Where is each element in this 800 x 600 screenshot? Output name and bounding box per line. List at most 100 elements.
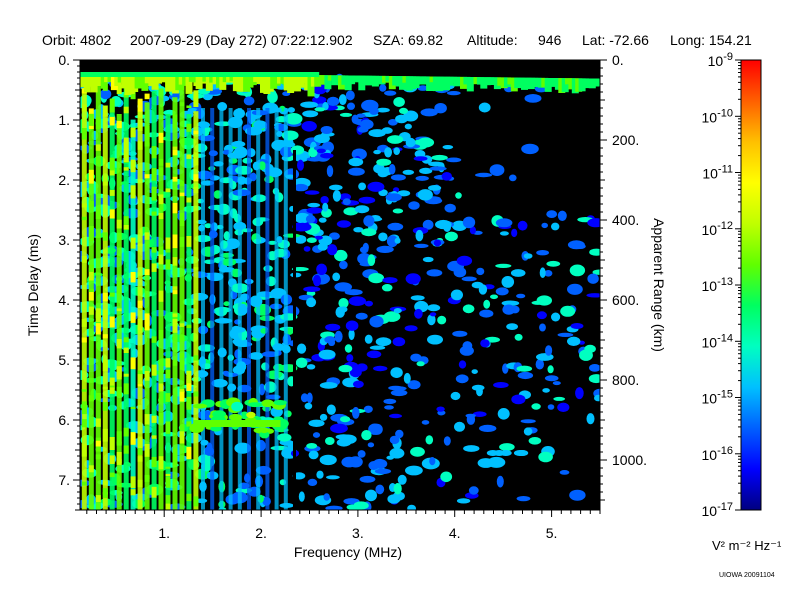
- noise-speckle: [297, 343, 307, 354]
- noise-speckle: [404, 325, 418, 332]
- faint-echo: [486, 450, 499, 456]
- streak-blob: [158, 330, 164, 339]
- streak-blob: [165, 188, 171, 193]
- noise-speckle: [397, 474, 407, 485]
- noise-speckle: [429, 457, 436, 466]
- ionogram-chart: 1. 2. 3. 4. 5. 0. 1. 2. 3. 4. 5. 6. 7. 0. 200. 400. 600.…: [25, 51, 762, 560]
- noise-speckle: [316, 470, 324, 479]
- noise-speckle: [480, 339, 490, 348]
- noise-speckle: [454, 421, 465, 432]
- streak-blob: [193, 355, 199, 361]
- noise-speckle: [314, 107, 326, 112]
- noise-speckle: [458, 360, 467, 369]
- noise-speckle: [358, 196, 376, 204]
- noise-speckle: [539, 267, 546, 279]
- bright-cluster: [261, 399, 274, 408]
- streak-blob: [123, 373, 129, 377]
- noise-speckle: [390, 174, 406, 181]
- streak-blob: [88, 113, 94, 126]
- noise-speckle: [325, 323, 341, 331]
- noise-speckle: [340, 416, 351, 423]
- noise-speckle: [435, 219, 452, 230]
- streak-blob: [81, 419, 87, 428]
- streak-blob: [144, 142, 150, 147]
- noise-speckle: [362, 242, 369, 252]
- noise-speckle: [363, 215, 375, 227]
- noise-speckle: [444, 231, 458, 242]
- noise-speckle: [341, 456, 357, 468]
- noise-speckle: [365, 489, 377, 502]
- streak-blob: [123, 167, 129, 171]
- streak-blob: [116, 386, 122, 397]
- noise-speckle: [363, 405, 373, 413]
- streak-blob: [109, 316, 115, 328]
- noise-speckle: [317, 243, 328, 251]
- noise-speckle: [567, 336, 581, 346]
- streak-blob: [151, 168, 157, 181]
- noise-speckle: [456, 498, 471, 504]
- noise-speckle: [345, 320, 359, 331]
- streak-blob: [151, 336, 157, 343]
- streak-blob: [158, 290, 164, 302]
- noise-speckle: [378, 232, 388, 242]
- noise-speckle: [324, 336, 336, 344]
- streak-blob: [109, 157, 115, 171]
- streak-blob: [179, 323, 185, 327]
- noise-speckle: [478, 102, 491, 113]
- noise-speckle: [502, 304, 516, 315]
- streak-line: [210, 108, 215, 510]
- noise-speckle: [298, 491, 305, 502]
- streak-blob: [116, 366, 122, 380]
- streak-blob: [165, 259, 171, 270]
- noise-speckle: [560, 305, 576, 317]
- noise-speckle: [570, 323, 584, 329]
- noise-speckle: [569, 264, 586, 277]
- streak-blob: [130, 159, 136, 173]
- streak-blob: [186, 396, 192, 410]
- x-tick-label: 5.: [546, 525, 558, 541]
- streak-blob: [88, 201, 94, 208]
- noise-speckle: [427, 304, 441, 312]
- noise-speckle: [345, 90, 355, 101]
- streak-blob: [165, 162, 171, 168]
- noise-speckle: [327, 244, 338, 256]
- noise-speckle: [394, 237, 401, 244]
- noise-speckle: [350, 504, 360, 510]
- streak-line: [247, 108, 251, 510]
- noise-speckle: [293, 222, 312, 232]
- noise-speckle: [410, 446, 425, 457]
- y2-tick-label: 0.: [612, 52, 624, 68]
- streak-blob: [137, 243, 143, 247]
- streak-blob: [151, 364, 157, 376]
- bright-cluster: [192, 403, 208, 409]
- streak-blob: [165, 503, 171, 510]
- noise-speckle: [557, 402, 570, 412]
- noise-speckle: [510, 269, 526, 277]
- streak-blob: [144, 174, 150, 179]
- streak-blob: [193, 267, 199, 270]
- noise-speckle: [339, 306, 348, 313]
- streak-blob: [165, 237, 171, 249]
- noise-speckle: [332, 272, 341, 282]
- streak-blob: [130, 237, 136, 249]
- streak-blob: [95, 117, 101, 129]
- streak-blob: [193, 187, 199, 194]
- streak-blob: [144, 414, 150, 425]
- streak-blob: [172, 290, 178, 295]
- noise-speckle: [301, 121, 317, 132]
- noise-speckle: [352, 407, 360, 419]
- noise-speckle: [403, 372, 411, 384]
- noise-speckle: [366, 350, 382, 359]
- streak-blob: [81, 319, 87, 327]
- streak-blob: [151, 486, 157, 498]
- noise-speckle: [342, 198, 351, 206]
- streak-blob: [144, 269, 150, 276]
- streak-line: [274, 108, 279, 510]
- noise-speckle: [353, 380, 364, 388]
- noise-speckle: [303, 246, 311, 252]
- noise-speckle: [461, 276, 477, 282]
- noise-speckle: [587, 273, 599, 284]
- noise-speckle: [440, 471, 453, 483]
- noise-speckle: [369, 315, 384, 328]
- streak-line: [179, 74, 185, 510]
